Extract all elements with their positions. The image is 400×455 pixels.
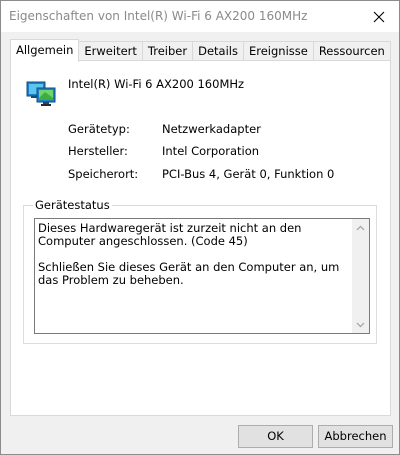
vertical-scrollbar[interactable] <box>352 219 369 333</box>
tab-erweitert[interactable]: Erweitert <box>78 41 143 61</box>
title-bar[interactable]: Eigenschaften von Intel(R) Wi-Fi 6 AX200… <box>1 1 399 32</box>
properties-dialog: Eigenschaften von Intel(R) Wi-Fi 6 AX200… <box>0 0 400 455</box>
manufacturer-label: Hersteller: <box>68 144 128 158</box>
device-status-text: Dieses Hardwaregerät ist zurzeit nicht a… <box>38 222 350 300</box>
device-status-group: Gerätestatus Dieses Hardwaregerät ist zu… <box>23 198 377 344</box>
device-status-title: Gerätestatus <box>33 198 112 212</box>
tab-ereignisse[interactable]: Ereignisse <box>242 41 314 61</box>
location-label: Speicherort: <box>68 167 139 181</box>
tab-details[interactable]: Details <box>192 41 244 61</box>
device-name: Intel(R) Wi-Fi 6 AX200 160MHz <box>68 77 245 91</box>
manufacturer-value: Intel Corporation <box>162 144 260 158</box>
close-icon <box>373 11 385 22</box>
chevron-up-icon <box>356 225 365 230</box>
device-type-value: Netzwerkadapter <box>162 122 261 136</box>
tab-ressourcen[interactable]: Ressourcen <box>312 41 391 61</box>
general-tab-panel: Intel(R) Wi-Fi 6 AX200 160MHz Gerätetyp:… <box>10 60 391 416</box>
scroll-down-button[interactable] <box>352 316 369 333</box>
cancel-button[interactable]: Abbrechen <box>318 425 393 448</box>
close-button[interactable] <box>359 1 399 32</box>
scroll-up-button[interactable] <box>352 219 369 236</box>
window-title: Eigenschaften von Intel(R) Wi-Fi 6 AX200… <box>9 9 308 23</box>
status-line-1: Dieses Hardwaregerät ist zurzeit nicht a… <box>38 221 302 248</box>
chevron-down-icon <box>356 322 365 327</box>
device-type-label: Gerätetyp: <box>68 122 130 136</box>
tab-treiber[interactable]: Treiber <box>141 41 194 61</box>
device-status-textbox[interactable]: Dieses Hardwaregerät ist zurzeit nicht a… <box>34 218 370 334</box>
status-line-2: Schließen Sie dieses Gerät an den Comput… <box>38 260 340 287</box>
ok-button[interactable]: OK <box>238 425 313 448</box>
tab-allgemein[interactable]: Allgemein <box>10 39 80 62</box>
network-adapter-icon <box>26 81 56 106</box>
location-value: PCI-Bus 4, Gerät 0, Funktion 0 <box>162 167 335 181</box>
tab-strip: Allgemein Erweitert Treiber Details Erei… <box>10 39 391 62</box>
